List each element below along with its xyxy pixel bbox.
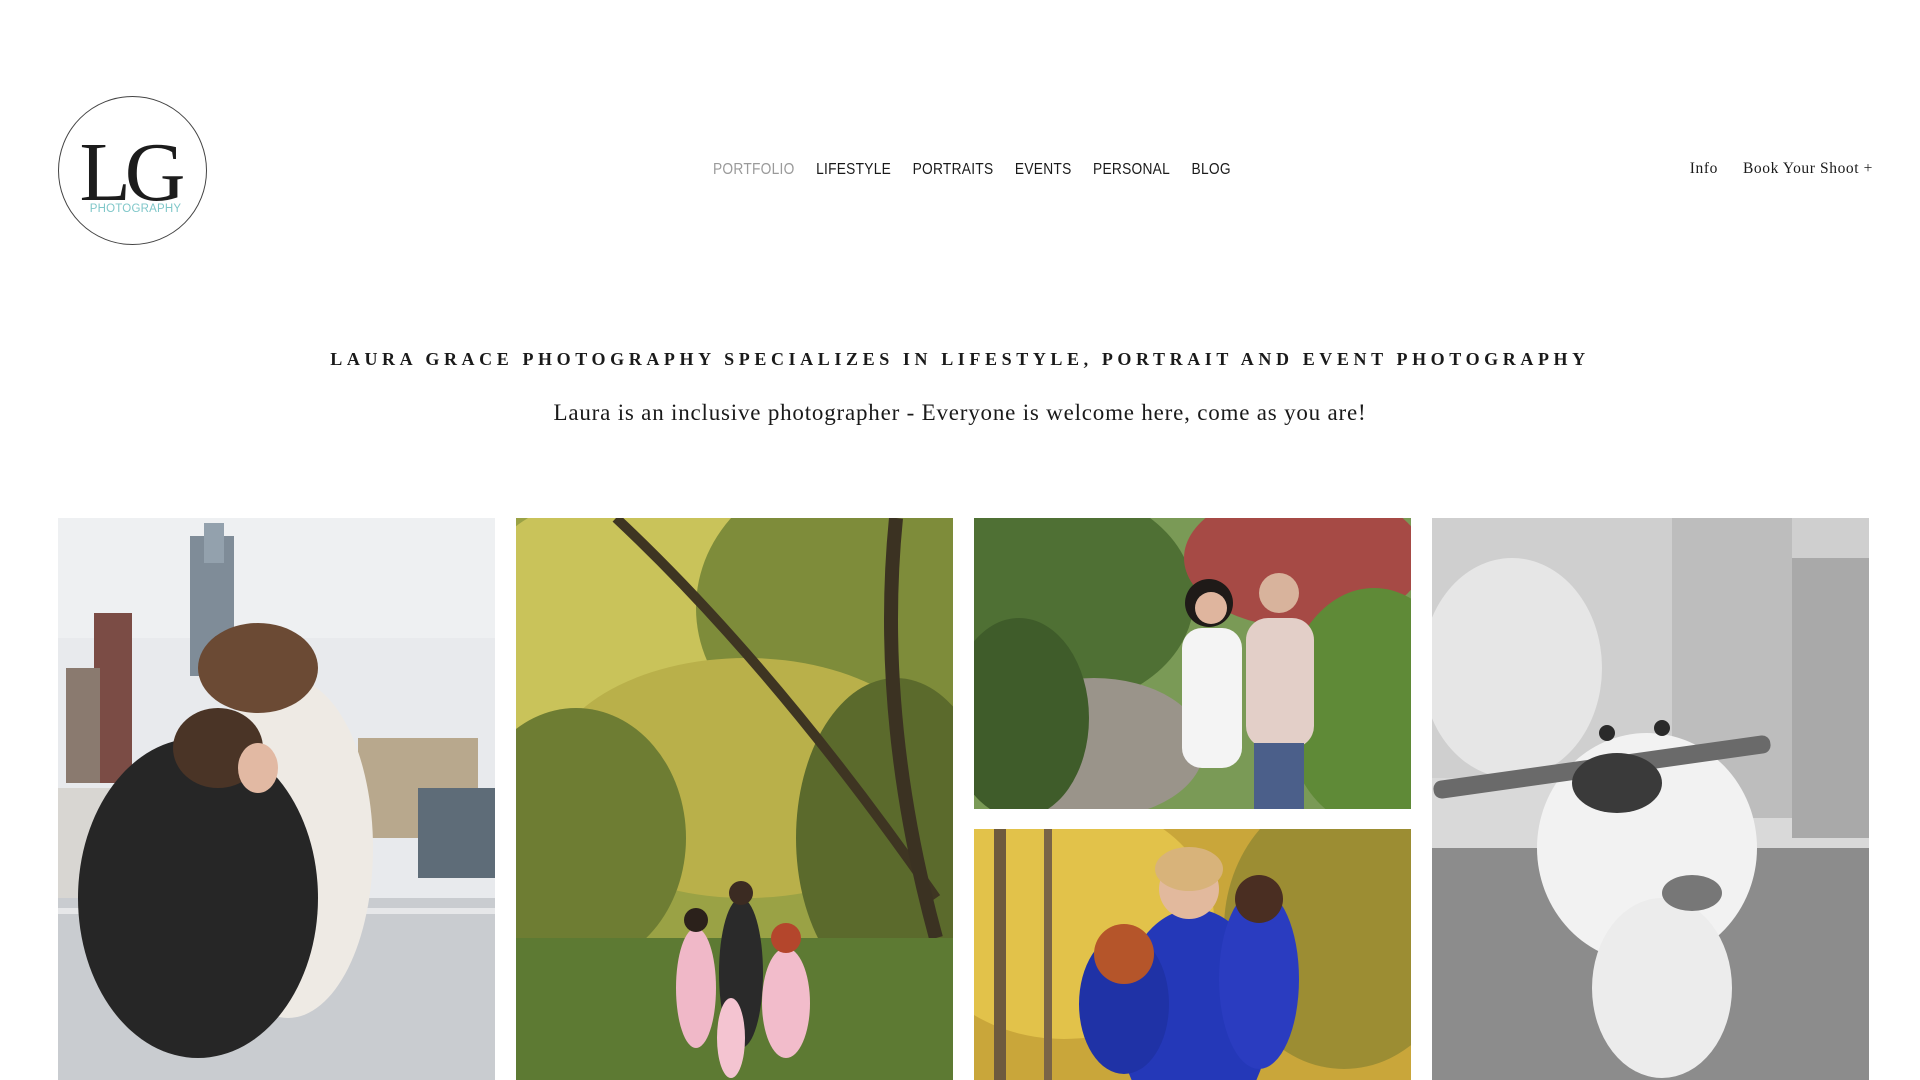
utility-navigation: Info Book Your Shoot + <box>1690 160 1873 178</box>
gallery-photo-dog-stick[interactable] <box>1432 518 1869 1080</box>
couple-rooftop-city-photo <box>58 518 495 1080</box>
logo-subtitle: PHOTOGRAPHY <box>89 202 182 215</box>
book-shoot-link[interactable]: Book Your Shoot + <box>1743 160 1873 178</box>
nav-item-portraits[interactable]: Portraits <box>913 161 994 179</box>
gallery-photo-family-forest[interactable] <box>516 518 953 1080</box>
family-forest-autumn-photo <box>516 518 953 1080</box>
page-tagline: Laura Grace Photography specializes in l… <box>330 349 1590 369</box>
nav-item-personal[interactable]: Personal <box>1093 161 1170 179</box>
nav-item-portfolio[interactable]: Portfolio <box>713 161 795 179</box>
info-link[interactable]: Info <box>1690 160 1718 178</box>
gallery-photo-mother-daughters[interactable] <box>974 829 1411 1080</box>
gallery-photo-couple-garden[interactable] <box>974 518 1411 809</box>
main-navigation: Portfolio Lifestyle Portraits Events Per… <box>713 161 1231 179</box>
couple-garden-photo <box>974 518 1411 809</box>
nav-item-lifestyle[interactable]: Lifestyle <box>816 161 891 179</box>
dog-with-stick-bw-photo <box>1432 518 1869 1080</box>
nav-item-blog[interactable]: Blog <box>1192 161 1231 179</box>
mother-daughters-autumn-photo <box>974 829 1411 1080</box>
gallery-photo-couple-rooftop[interactable] <box>58 518 495 1080</box>
nav-item-events[interactable]: Events <box>1015 161 1072 179</box>
site-logo[interactable]: LG PHOTOGRAPHY <box>58 96 207 245</box>
page-subline: Laura is an inclusive photographer - Eve… <box>553 400 1367 425</box>
